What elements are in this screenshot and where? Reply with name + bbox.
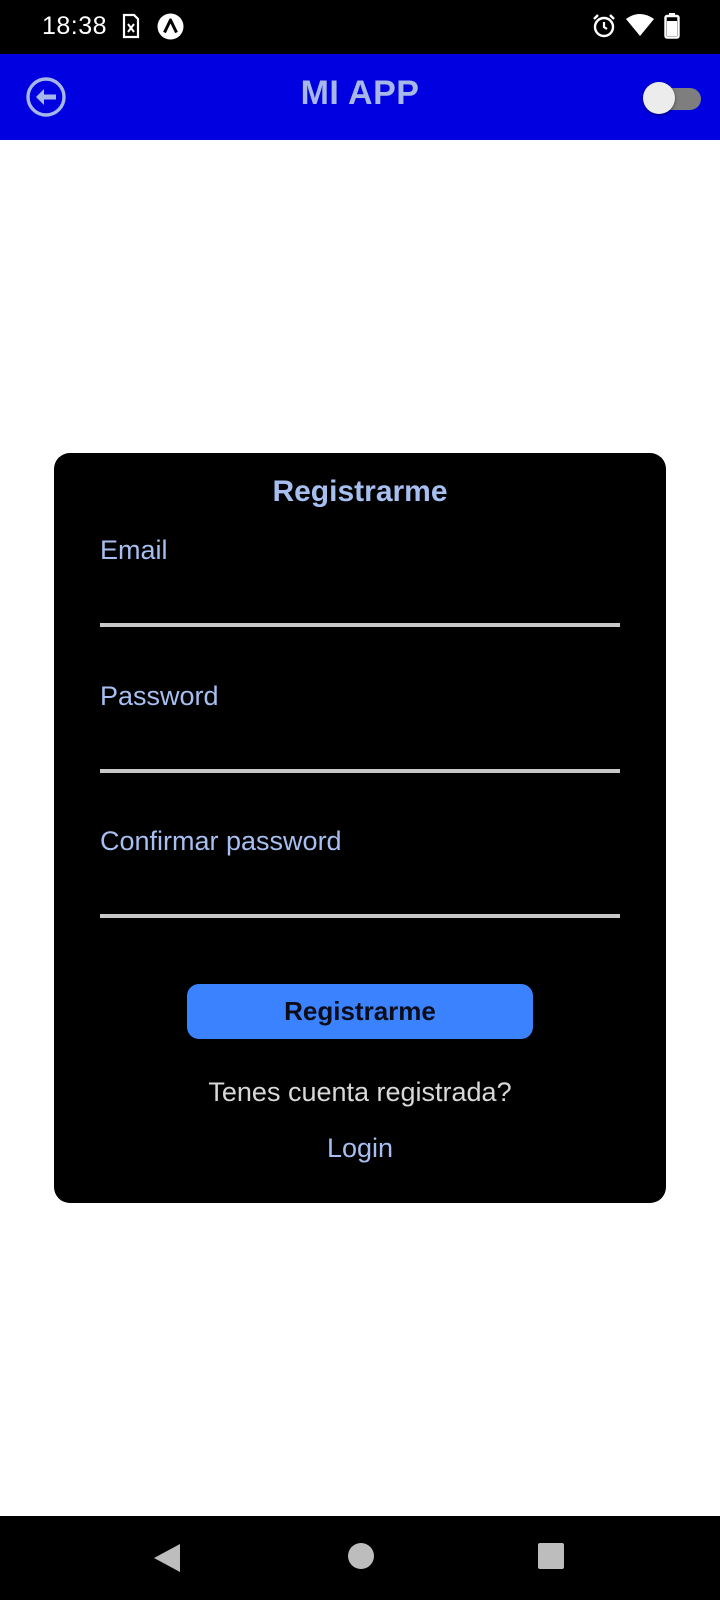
confirm-password-field: Confirmar password — [100, 826, 620, 926]
triangle-back-icon — [154, 1544, 180, 1572]
password-input[interactable] — [100, 721, 620, 769]
password-label: Password — [100, 681, 219, 711]
app-title: MI APP — [300, 74, 420, 112]
alarm-icon — [592, 13, 616, 44]
app-notification-icon — [157, 13, 184, 45]
register-button[interactable]: Registrarme — [187, 984, 533, 1039]
toggle-thumb — [643, 82, 675, 114]
system-nav-bar — [0, 1516, 720, 1600]
password-field: Password — [100, 681, 620, 781]
email-field: Email — [100, 535, 620, 635]
battery-icon — [664, 13, 680, 44]
status-bar: 18:38 — [0, 0, 720, 54]
wifi-icon — [626, 13, 654, 42]
nav-home-button[interactable] — [347, 1542, 375, 1575]
recents-square-icon — [538, 1543, 564, 1569]
nav-recents-button[interactable] — [537, 1542, 565, 1575]
login-link[interactable]: Login — [310, 1133, 410, 1164]
home-circle-icon — [348, 1543, 374, 1569]
register-card: Registrarme Email Password Confirmar pas… — [54, 453, 666, 1203]
confirm-password-input[interactable] — [100, 866, 620, 914]
confirm-password-underline — [100, 914, 620, 918]
email-underline — [100, 623, 620, 627]
account-question: Tenes cuenta registrada? — [208, 1077, 512, 1107]
status-time: 18:38 — [42, 12, 108, 40]
password-underline — [100, 769, 620, 773]
nav-back-button[interactable] — [152, 1542, 182, 1579]
email-label: Email — [100, 535, 168, 565]
form-title: Registrarme — [272, 475, 448, 508]
sim-icon — [122, 13, 140, 44]
email-input[interactable] — [100, 575, 620, 623]
app-bar: MI APP — [0, 54, 720, 140]
theme-toggle[interactable] — [643, 81, 703, 115]
confirm-password-label: Confirmar password — [100, 826, 342, 856]
